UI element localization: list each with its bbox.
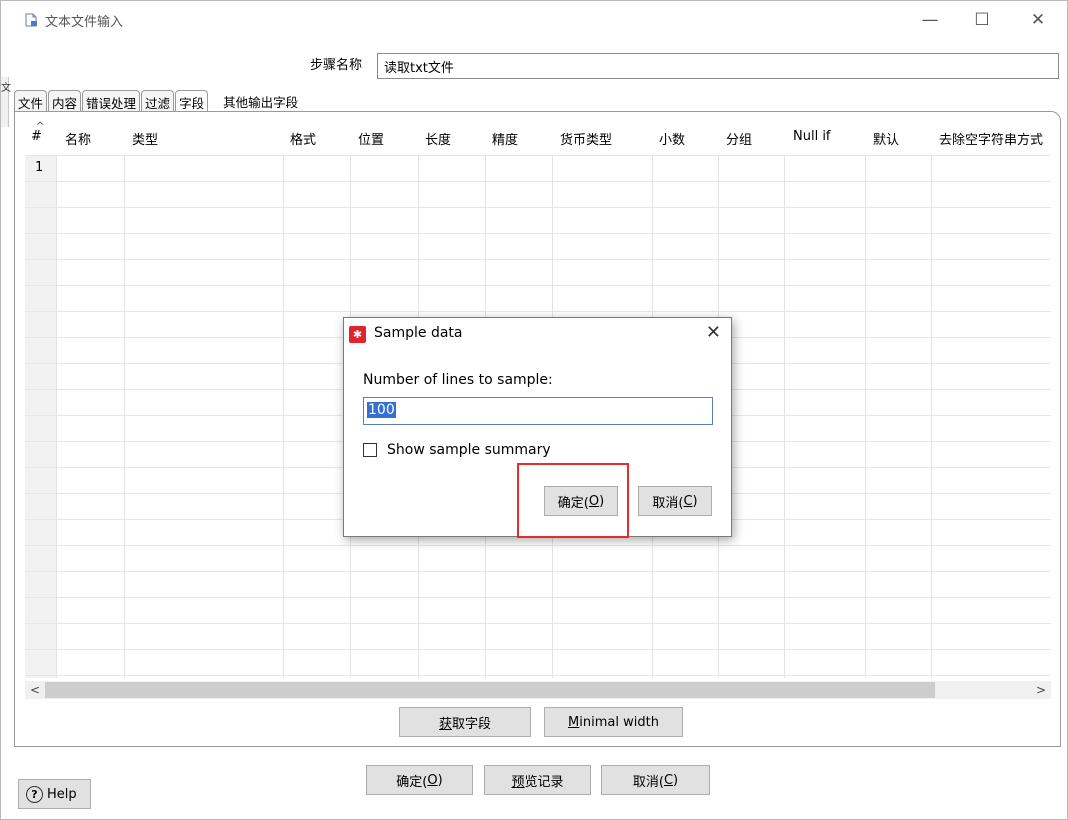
maximize-icon: ☐ (974, 10, 990, 30)
minimal-width-button[interactable]: Minimal width (544, 707, 683, 737)
grid-line (25, 545, 1051, 546)
grid-line (25, 155, 1051, 156)
ok-mnemonic: O (427, 772, 438, 788)
column-header-default[interactable]: 默认 (873, 129, 899, 148)
document-icon (25, 13, 37, 27)
lines-to-sample-label: Number of lines to sample: (363, 372, 553, 388)
background-window-glyph: 文 (1, 83, 11, 94)
column-header-trim-type[interactable]: 去除空字符串方式 (939, 129, 1043, 148)
lines-to-sample-value: 100 (367, 402, 396, 418)
step-name-input[interactable]: 读取txt文件 (377, 53, 1059, 79)
row-number: 1 (35, 160, 44, 175)
red-highlight-annotation (517, 463, 629, 538)
grid-line (931, 115, 932, 678)
question-icon: ? (26, 785, 43, 803)
column-header-position[interactable]: 位置 (358, 129, 384, 148)
minimize-button[interactable]: — (907, 5, 953, 35)
ok-label: 确定( (396, 774, 428, 790)
tab-other-output-fields[interactable]: 其他输出字段 (209, 90, 301, 112)
column-header-precision[interactable]: 精度 (492, 129, 518, 148)
grid-line (25, 311, 1051, 312)
show-sample-summary-label: Show sample summary (387, 442, 551, 458)
maximize-button[interactable]: ☐ (959, 5, 1005, 35)
tab-error-handling[interactable]: 错误处理 (82, 90, 141, 112)
scroll-right-icon[interactable]: > (1033, 681, 1049, 699)
cancel-mnemonic: C (663, 772, 674, 788)
scrollbar-thumb[interactable] (45, 682, 935, 698)
grid-line (124, 115, 125, 678)
ok-button[interactable]: 确定(O) (366, 765, 473, 795)
cancel-button[interactable]: 取消(C) (601, 765, 710, 795)
grid-line (25, 597, 1051, 598)
minimize-icon: — (921, 10, 939, 30)
pentaho-icon: ✱ (349, 326, 366, 343)
tab-filter[interactable]: 过滤 (141, 90, 175, 112)
get-fields-mnemonic: 获 (438, 716, 452, 732)
grid-line (25, 285, 1051, 286)
step-name-label: 步骤名称 (310, 58, 363, 73)
table-header: ^ # 名称 类型 格式 位置 长度 精度 货币类型 小数 分组 Null if… (25, 115, 1051, 155)
window-title: 文本文件输入 (45, 15, 124, 30)
ok-label-close: ) (437, 772, 443, 788)
cancel-label-close: ) (673, 772, 679, 788)
horizontal-scrollbar[interactable]: < > (25, 681, 1051, 699)
tab-fields[interactable]: 字段 (175, 90, 209, 112)
get-fields-button[interactable]: 获取字段 (399, 707, 531, 737)
preview-records-button[interactable]: 预览记录 (484, 765, 591, 795)
column-header-index[interactable]: # (31, 129, 42, 144)
grid-line (25, 259, 1051, 260)
grid-line (25, 207, 1051, 208)
grid-line (56, 115, 57, 678)
tab-file[interactable]: 文件 (14, 90, 48, 112)
preview-mnemonic: 预 (511, 774, 525, 790)
column-header-format[interactable]: 格式 (290, 129, 316, 148)
column-header-type[interactable]: 类型 (132, 129, 158, 148)
close-icon: ✕ (1030, 10, 1046, 30)
help-label: Help (47, 786, 77, 802)
get-fields-label: 取字段 (452, 716, 492, 732)
column-header-null-if[interactable]: Null if (793, 129, 831, 144)
grid-line (865, 115, 866, 678)
dialog-cancel-label-close: ) (692, 493, 698, 509)
grid-line (25, 181, 1051, 182)
cancel-label: 取消( (632, 774, 664, 790)
preview-label: 览记录 (524, 774, 564, 790)
dialog-cancel-mnemonic: C (683, 493, 693, 509)
show-sample-summary-checkbox[interactable] (363, 443, 377, 457)
dialog-cancel-button[interactable]: 取消(C) (638, 486, 712, 516)
title-bar: 文本文件输入 — ☐ ✕ (1, 1, 1067, 39)
grid-line (784, 115, 785, 678)
minimal-width-label: inimal width (579, 714, 659, 730)
tab-content[interactable]: 内容 (48, 90, 82, 112)
grid-line (25, 233, 1051, 234)
column-header-currency[interactable]: 货币类型 (560, 129, 612, 148)
help-button[interactable]: ? Help (18, 779, 91, 809)
dialog-title: Sample data (374, 325, 463, 341)
grid-line (25, 571, 1051, 572)
grid-line (25, 623, 1051, 624)
column-header-grouping[interactable]: 分组 (726, 129, 752, 148)
dialog-close-icon[interactable]: ✕ (706, 322, 721, 343)
tab-bar: 文件 内容 错误处理 过滤 字段 其他输出字段 (14, 90, 302, 112)
grid-line (283, 115, 284, 678)
minimal-width-mnemonic: M (568, 714, 580, 730)
column-header-name[interactable]: 名称 (65, 129, 91, 148)
lines-to-sample-input[interactable]: 100 (363, 397, 713, 425)
grid-line (25, 675, 1051, 676)
column-header-length[interactable]: 长度 (425, 129, 451, 148)
grid-line (25, 649, 1051, 650)
scroll-left-icon[interactable]: < (27, 681, 43, 699)
dialog-cancel-label: 取消( (652, 495, 684, 511)
column-header-decimal[interactable]: 小数 (659, 129, 685, 148)
close-button[interactable]: ✕ (1015, 5, 1061, 35)
show-sample-summary-option[interactable]: Show sample summary (363, 442, 551, 458)
